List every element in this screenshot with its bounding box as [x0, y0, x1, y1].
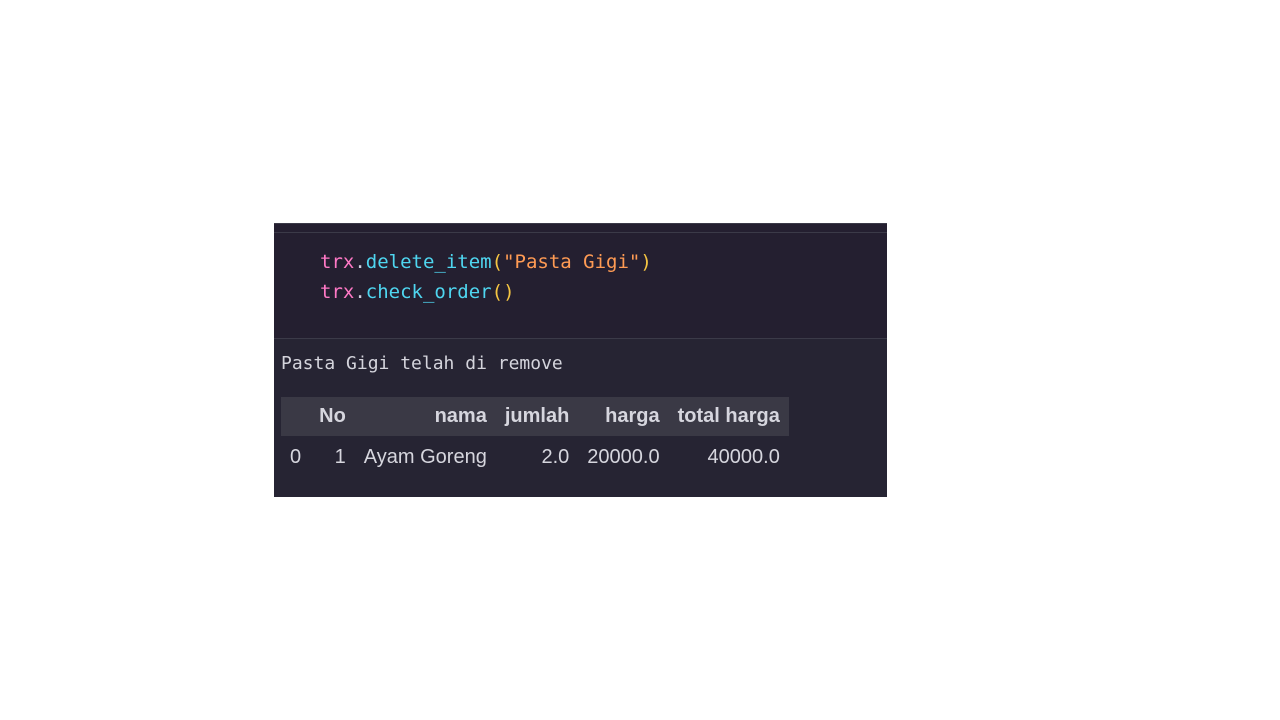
column-header-no: No — [310, 397, 355, 436]
code-dot: . — [354, 281, 366, 303]
cell-harga: 20000.0 — [587, 445, 660, 468]
cell-total-harga: 40000.0 — [707, 445, 780, 468]
code-line-delete-item: trx.delete_item("Pasta Gigi") — [320, 250, 652, 274]
cell-jumlah: 2.0 — [541, 445, 570, 468]
column-header-jumlah: jumlah — [495, 397, 579, 436]
code-line-check-order: trx.check_order() — [320, 280, 515, 304]
code-open-paren: ( — [491, 251, 504, 273]
cell-output: Pasta Gigi telah di remove No nama jumla… — [274, 339, 887, 497]
column-header-nama: nama — [354, 397, 496, 436]
code-string-argument: "Pasta Gigi" — [503, 251, 641, 273]
code-function-name: delete_item — [365, 251, 492, 273]
code-variable: trx — [320, 251, 355, 273]
dataframe-table: No nama jumlah harga total harga 0 1 Aya… — [281, 397, 789, 478]
code-parens: () — [491, 281, 515, 303]
code-cell[interactable]: trx.delete_item("Pasta Gigi") trx.check_… — [274, 223, 887, 339]
table-header-row: No nama jumlah harga total harga — [281, 397, 789, 436]
cell-no: 1 — [334, 445, 346, 468]
code-close-paren: ) — [640, 251, 652, 273]
row-index: 0 — [290, 445, 302, 468]
code-function-name: check_order — [365, 281, 492, 303]
stdout-message: Pasta Gigi telah di remove — [281, 353, 563, 374]
column-header-total-harga: total harga — [668, 397, 789, 436]
code-dot: . — [354, 251, 366, 273]
column-header-harga: harga — [578, 397, 669, 436]
notebook-cell-screenshot: trx.delete_item("Pasta Gigi") trx.check_… — [274, 223, 887, 497]
index-header — [281, 397, 311, 436]
cell-divider — [274, 232, 887, 233]
code-variable: trx — [320, 281, 355, 303]
table-row: 0 1 Ayam Goreng 2.0 20000.0 40000.0 — [281, 436, 789, 478]
cell-nama: Ayam Goreng — [363, 445, 487, 468]
